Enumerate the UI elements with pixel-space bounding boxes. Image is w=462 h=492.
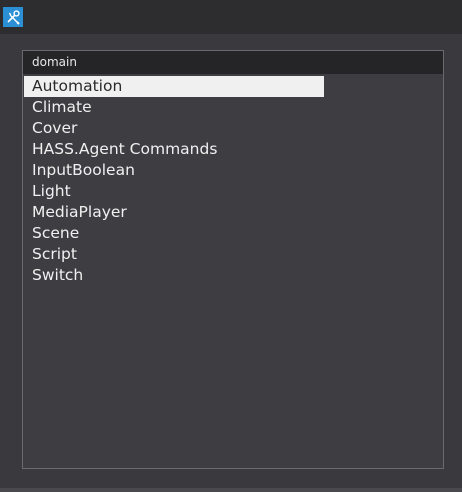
list-item-switch[interactable]: Switch bbox=[24, 265, 324, 286]
list-body: Automation Climate Cover HASS.Agent Comm… bbox=[24, 76, 442, 286]
list-item-hass-agent-commands[interactable]: HASS.Agent Commands bbox=[24, 139, 324, 160]
list-item-cover[interactable]: Cover bbox=[24, 118, 324, 139]
column-header-label: domain bbox=[32, 55, 77, 69]
bottom-border bbox=[0, 488, 462, 492]
list-item-climate[interactable]: Climate bbox=[24, 97, 324, 118]
list-item-automation[interactable]: Automation bbox=[24, 76, 324, 97]
list-item-script[interactable]: Script bbox=[24, 244, 324, 265]
app-window: domain Automation Climate Cover HASS.Age… bbox=[0, 0, 462, 492]
column-header-domain[interactable]: domain bbox=[23, 51, 443, 74]
list-item-scene[interactable]: Scene bbox=[24, 223, 324, 244]
list-item-light[interactable]: Light bbox=[24, 181, 324, 202]
domain-list-view[interactable]: domain Automation Climate Cover HASS.Age… bbox=[22, 50, 444, 469]
list-item-inputboolean[interactable]: InputBoolean bbox=[24, 160, 324, 181]
list-item-mediaplayer[interactable]: MediaPlayer bbox=[24, 202, 324, 223]
tools-icon bbox=[3, 7, 23, 27]
title-bar bbox=[0, 0, 462, 34]
